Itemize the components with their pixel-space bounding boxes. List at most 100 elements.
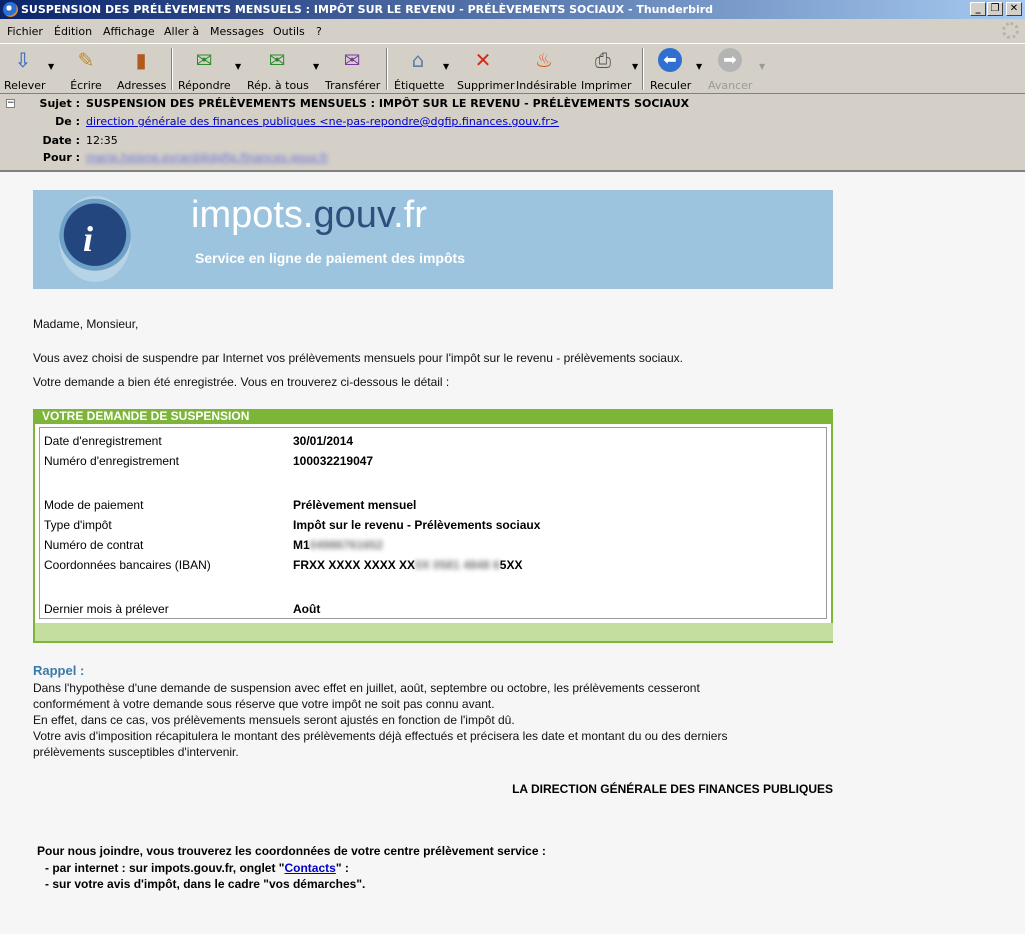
toolbar-separator: [386, 48, 388, 90]
iban-end: 5XX: [499, 558, 523, 572]
maximize-button[interactable]: ❐: [987, 2, 1003, 16]
message-header: − Sujet : SUSPENSION DES PRÉLÈVEMENTS ME…: [0, 94, 1025, 172]
to-value[interactable]: marie.helene.evrard@dgfip.finances.gouv.…: [86, 151, 328, 164]
delete-label: Supprimer: [457, 79, 515, 92]
forward-button[interactable]: ✉ Transférer: [325, 48, 381, 92]
menu-fichier[interactable]: Fichier: [7, 25, 43, 38]
menu-bar: Fichier Édition Affichage Aller à Messag…: [0, 19, 1025, 43]
row-value: Août: [293, 602, 321, 616]
contacts-link[interactable]: Contacts: [284, 861, 335, 875]
printer-icon: ⎙: [595, 48, 611, 72]
from-label: De :: [55, 115, 80, 128]
reply-button[interactable]: ✉ Répondre: [178, 48, 231, 92]
greeting: Madame, Monsieur,: [33, 317, 139, 331]
contract-visible: M1: [293, 538, 310, 552]
suspension-box-title: VOTRE DEMANDE DE SUSPENSION: [33, 409, 833, 424]
rappel-line: Dans l'hypothèse d'une demande de suspen…: [33, 681, 700, 695]
row-value: Prélèvement mensuel: [293, 498, 417, 512]
row-value: 100032219047: [293, 454, 374, 468]
print-button[interactable]: ⎙ Imprimer: [581, 48, 632, 92]
intro-line-2: Votre demande a bien été enregistrée. Vo…: [33, 375, 450, 389]
banner-tagline: Service en ligne de paiement des impôts: [195, 250, 465, 266]
window-title: SUSPENSION DES PRÉLÈVEMENTS MENSUELS : I…: [21, 3, 714, 16]
get-mail-label: Relever: [4, 79, 46, 92]
collapse-header-icon[interactable]: −: [6, 99, 15, 108]
forward-nav-dropdown-icon[interactable]: ▼: [759, 62, 765, 71]
row-label: Type d'impôt: [44, 518, 112, 532]
tag-icon: ⌂: [411, 48, 425, 72]
activity-throbber-icon: [1002, 22, 1019, 39]
site-prefix: impots.: [191, 194, 314, 236]
intro-line-1: Vous avez choisi de suspendre par Intern…: [33, 351, 683, 365]
details-table: Date d'enregistrement 30/01/2014 Numéro …: [39, 427, 827, 619]
rappel-title: Rappel :: [33, 663, 85, 678]
junk-button[interactable]: ♨ Indésirable: [516, 48, 577, 92]
main-toolbar: ⇩ Relever ▼ ✎ Écrire ▮ Adresses ✉ Répond…: [0, 43, 1025, 94]
forward-label: Transférer: [325, 79, 381, 92]
reply-dropdown-icon[interactable]: ▼: [235, 62, 241, 71]
reply-icon: ✉: [195, 48, 213, 72]
forward-nav-button[interactable]: ➡ Avancer: [708, 48, 752, 92]
tag-button[interactable]: ⌂ Étiquette: [394, 48, 445, 92]
menu-affichage[interactable]: Affichage: [103, 25, 155, 38]
title-bar: SUSPENSION DES PRÉLÈVEMENTS MENSUELS : I…: [0, 0, 1025, 19]
menu-edition[interactable]: Édition: [54, 25, 92, 38]
menu-outils[interactable]: Outils: [273, 25, 305, 38]
subject-value: SUSPENSION DES PRÉLÈVEMENTS MENSUELS : I…: [86, 97, 690, 110]
reply-all-icon: ✉: [268, 48, 286, 72]
iban-redacted: 0X 0581 4848 6: [415, 558, 500, 572]
print-label: Imprimer: [581, 79, 632, 92]
subject-label: Sujet :: [39, 97, 80, 110]
get-mail-button[interactable]: ⇩ Relever: [4, 48, 46, 92]
delete-x-icon: ✕: [474, 48, 492, 72]
rappel-line: prélèvements susceptibles d'intervenir.: [33, 745, 239, 759]
address-book-label: Adresses: [117, 79, 167, 92]
download-mail-icon: ⇩: [14, 48, 32, 72]
print-dropdown-icon[interactable]: ▼: [632, 62, 638, 71]
reply-all-button[interactable]: ✉ Rép. à tous: [247, 48, 309, 92]
menu-help[interactable]: ?: [316, 25, 322, 38]
site-suffix: .fr: [393, 194, 427, 236]
tag-label: Étiquette: [394, 79, 445, 92]
row-label: Numéro d'enregistrement: [44, 454, 180, 468]
close-button[interactable]: ✕: [1006, 2, 1022, 16]
back-dropdown-icon[interactable]: ▼: [696, 62, 702, 71]
impots-logo-icon: [59, 196, 131, 282]
row-label: Mode de paiement: [44, 498, 144, 512]
flame-icon: ♨: [535, 48, 553, 72]
menu-messages[interactable]: Messages: [210, 25, 264, 38]
get-mail-dropdown-icon[interactable]: ▼: [48, 62, 54, 71]
row-label: Dernier mois à prélever: [44, 602, 169, 616]
delete-button[interactable]: ✕ Supprimer: [457, 48, 515, 92]
rappel-line: conformément à votre demande sous réserv…: [33, 697, 495, 711]
row-label: Date d'enregistrement: [44, 434, 162, 448]
forward-mail-icon: ✉: [343, 48, 361, 72]
reply-label: Répondre: [178, 79, 231, 92]
date-label: Date :: [42, 134, 80, 147]
site-mid: gouv: [313, 194, 394, 236]
address-book-button[interactable]: ▮ Adresses: [117, 48, 167, 92]
contact-intro: Pour nous joindre, vous trouverez les co…: [37, 844, 546, 858]
to-label: Pour :: [42, 151, 80, 164]
minimize-button[interactable]: _: [970, 2, 986, 16]
thunderbird-icon: [3, 2, 18, 17]
contact-line-avis: - sur votre avis d'impôt, dans le cadre …: [45, 877, 366, 891]
rappel-line: Votre avis d'imposition récapitulera le …: [33, 729, 728, 743]
write-button[interactable]: ✎ Écrire: [70, 48, 102, 92]
tag-dropdown-icon[interactable]: ▼: [443, 62, 449, 71]
menu-aller-a[interactable]: Aller à: [164, 25, 199, 38]
impots-banner: i impots.gouv.fr Service en ligne de pai…: [33, 190, 833, 289]
row-label: Coordonnées bancaires (IBAN): [44, 558, 211, 572]
back-button[interactable]: ⬅ Reculer: [650, 48, 692, 92]
contact-line-internet: - par internet : sur impots.gouv.fr, ong…: [45, 861, 349, 875]
date-value: 12:35: [86, 134, 118, 147]
row-value: FRXX XXXX XXXX XX0X 0581 4848 65XX: [293, 558, 522, 572]
reply-all-label: Rép. à tous: [247, 79, 309, 92]
contract-redacted: 04986761652: [309, 538, 384, 552]
row-value: M104986761652: [293, 538, 383, 552]
reply-all-dropdown-icon[interactable]: ▼: [313, 62, 319, 71]
signature: LA DIRECTION GÉNÉRALE DES FINANCES PUBLI…: [512, 782, 833, 796]
info-i-icon: i: [83, 219, 94, 259]
back-label: Reculer: [650, 79, 692, 92]
from-value[interactable]: direction générale des finances publique…: [86, 115, 559, 128]
